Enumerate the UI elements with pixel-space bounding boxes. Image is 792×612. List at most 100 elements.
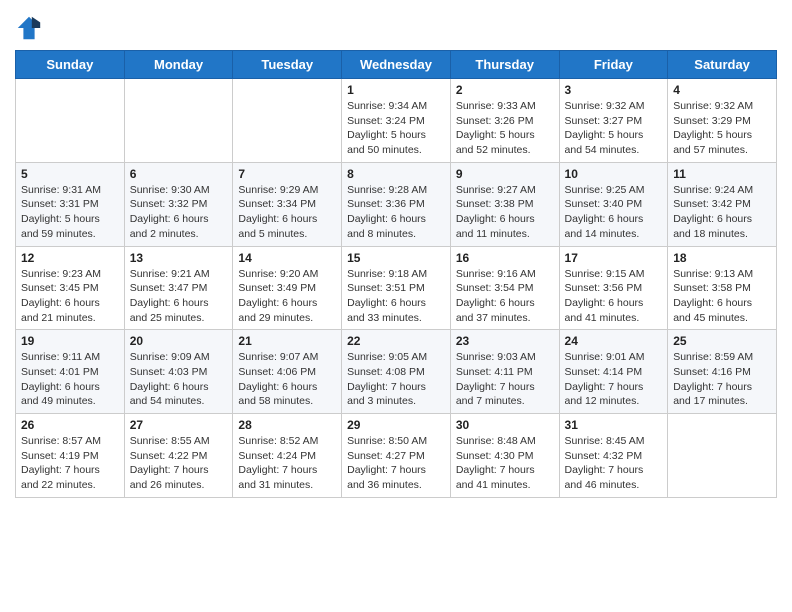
day-info: Sunrise: 9:31 AM Sunset: 3:31 PM Dayligh… [21,183,119,242]
day-number: 16 [456,251,554,265]
calendar-cell: 14 Sunrise: 9:20 AM Sunset: 3:49 PM Dayli… [233,246,342,330]
day-number: 21 [238,334,336,348]
calendar-cell: 24 Sunrise: 9:01 AM Sunset: 4:14 PM Dayli… [559,330,668,414]
calendar-cell: 11 Sunrise: 9:24 AM Sunset: 3:42 PM Dayli… [668,162,777,246]
day-number: 13 [130,251,228,265]
day-info: Sunrise: 9:18 AM Sunset: 3:51 PM Dayligh… [347,267,445,326]
day-number: 23 [456,334,554,348]
day-number: 1 [347,83,445,97]
weekday-header-wednesday: Wednesday [342,51,451,79]
day-info: Sunrise: 9:28 AM Sunset: 3:36 PM Dayligh… [347,183,445,242]
weekday-header-friday: Friday [559,51,668,79]
day-info: Sunrise: 9:16 AM Sunset: 3:54 PM Dayligh… [456,267,554,326]
calendar-cell [668,414,777,498]
day-number: 15 [347,251,445,265]
day-info: Sunrise: 8:45 AM Sunset: 4:32 PM Dayligh… [565,434,663,493]
calendar-cell: 7Sunrise: 9:29 AM Sunset: 3:34 PM Daylig… [233,162,342,246]
day-number: 3 [565,83,663,97]
weekday-header-sunday: Sunday [16,51,125,79]
day-info: Sunrise: 9:01 AM Sunset: 4:14 PM Dayligh… [565,350,663,409]
weekday-header-monday: Monday [124,51,233,79]
day-info: Sunrise: 8:52 AM Sunset: 4:24 PM Dayligh… [238,434,336,493]
day-info: Sunrise: 9:23 AM Sunset: 3:45 PM Dayligh… [21,267,119,326]
day-number: 30 [456,418,554,432]
day-number: 18 [673,251,771,265]
calendar-week-4: 19 Sunrise: 9:11 AM Sunset: 4:01 PM Dayli… [16,330,777,414]
day-number: 20 [130,334,228,348]
calendar-cell: 12Sunrise: 9:23 AM Sunset: 3:45 PM Dayli… [16,246,125,330]
calendar-cell: 19 Sunrise: 9:11 AM Sunset: 4:01 PM Dayli… [16,330,125,414]
day-info: Sunrise: 9:03 AM Sunset: 4:11 PM Dayligh… [456,350,554,409]
calendar-cell: 18 Sunrise: 9:13 AM Sunset: 3:58 PM Dayli… [668,246,777,330]
day-info: Sunrise: 9:20 AM Sunset: 3:49 PM Dayligh… [238,267,336,326]
day-info: Sunrise: 9:05 AM Sunset: 4:08 PM Dayligh… [347,350,445,409]
day-number: 5 [21,167,119,181]
calendar-cell: 10Sunrise: 9:25 AM Sunset: 3:40 PM Dayli… [559,162,668,246]
day-number: 27 [130,418,228,432]
day-number: 6 [130,167,228,181]
calendar-cell: 3 Sunrise: 9:32 AM Sunset: 3:27 PM Daylig… [559,79,668,163]
day-info: Sunrise: 9:13 AM Sunset: 3:58 PM Dayligh… [673,267,771,326]
calendar-cell [124,79,233,163]
day-info: Sunrise: 9:25 AM Sunset: 3:40 PM Dayligh… [565,183,663,242]
calendar-week-5: 26Sunrise: 8:57 AM Sunset: 4:19 PM Dayli… [16,414,777,498]
weekday-header-tuesday: Tuesday [233,51,342,79]
day-info: Sunrise: 9:30 AM Sunset: 3:32 PM Dayligh… [130,183,228,242]
day-number: 25 [673,334,771,348]
day-number: 8 [347,167,445,181]
weekday-header-row: SundayMondayTuesdayWednesdayThursdayFrid… [16,51,777,79]
header [15,10,777,42]
calendar-cell: 23 Sunrise: 9:03 AM Sunset: 4:11 PM Dayli… [450,330,559,414]
calendar-cell: 8 Sunrise: 9:28 AM Sunset: 3:36 PM Daylig… [342,162,451,246]
calendar-cell: 20 Sunrise: 9:09 AM Sunset: 4:03 PM Dayli… [124,330,233,414]
calendar-cell: 28 Sunrise: 8:52 AM Sunset: 4:24 PM Dayli… [233,414,342,498]
calendar-cell: 15 Sunrise: 9:18 AM Sunset: 3:51 PM Dayli… [342,246,451,330]
day-number: 9 [456,167,554,181]
calendar-cell: 27Sunrise: 8:55 AM Sunset: 4:22 PM Dayli… [124,414,233,498]
day-number: 17 [565,251,663,265]
day-info: Sunrise: 9:07 AM Sunset: 4:06 PM Dayligh… [238,350,336,409]
day-number: 11 [673,167,771,181]
day-number: 24 [565,334,663,348]
logo [15,14,47,42]
calendar-cell: 1Sunrise: 9:34 AM Sunset: 3:24 PM Daylig… [342,79,451,163]
calendar-cell: 25 Sunrise: 8:59 AM Sunset: 4:16 PM Dayli… [668,330,777,414]
day-number: 14 [238,251,336,265]
calendar-cell: 31 Sunrise: 8:45 AM Sunset: 4:32 PM Dayli… [559,414,668,498]
calendar-week-1: 1Sunrise: 9:34 AM Sunset: 3:24 PM Daylig… [16,79,777,163]
calendar-cell: 29Sunrise: 8:50 AM Sunset: 4:27 PM Dayli… [342,414,451,498]
calendar-week-3: 12Sunrise: 9:23 AM Sunset: 3:45 PM Dayli… [16,246,777,330]
day-info: Sunrise: 9:27 AM Sunset: 3:38 PM Dayligh… [456,183,554,242]
day-number: 22 [347,334,445,348]
calendar-cell: 22 Sunrise: 9:05 AM Sunset: 4:08 PM Dayli… [342,330,451,414]
day-number: 26 [21,418,119,432]
calendar-cell: 2Sunrise: 9:33 AM Sunset: 3:26 PM Daylig… [450,79,559,163]
day-number: 31 [565,418,663,432]
day-info: Sunrise: 9:09 AM Sunset: 4:03 PM Dayligh… [130,350,228,409]
day-info: Sunrise: 8:48 AM Sunset: 4:30 PM Dayligh… [456,434,554,493]
day-number: 4 [673,83,771,97]
day-info: Sunrise: 9:15 AM Sunset: 3:56 PM Dayligh… [565,267,663,326]
calendar-week-2: 5 Sunrise: 9:31 AM Sunset: 3:31 PM Daylig… [16,162,777,246]
day-number: 29 [347,418,445,432]
weekday-header-thursday: Thursday [450,51,559,79]
day-info: Sunrise: 9:11 AM Sunset: 4:01 PM Dayligh… [21,350,119,409]
day-number: 19 [21,334,119,348]
logo-icon [15,14,43,42]
day-info: Sunrise: 9:32 AM Sunset: 3:29 PM Dayligh… [673,99,771,158]
calendar-cell: 9 Sunrise: 9:27 AM Sunset: 3:38 PM Daylig… [450,162,559,246]
day-info: Sunrise: 8:59 AM Sunset: 4:16 PM Dayligh… [673,350,771,409]
calendar-table: SundayMondayTuesdayWednesdayThursdayFrid… [15,50,777,498]
calendar-cell: 16 Sunrise: 9:16 AM Sunset: 3:54 PM Dayli… [450,246,559,330]
calendar-cell: 30 Sunrise: 8:48 AM Sunset: 4:30 PM Dayli… [450,414,559,498]
day-info: Sunrise: 9:29 AM Sunset: 3:34 PM Dayligh… [238,183,336,242]
calendar-cell: 4 Sunrise: 9:32 AM Sunset: 3:29 PM Daylig… [668,79,777,163]
day-info: Sunrise: 9:24 AM Sunset: 3:42 PM Dayligh… [673,183,771,242]
calendar-cell: 5 Sunrise: 9:31 AM Sunset: 3:31 PM Daylig… [16,162,125,246]
page: SundayMondayTuesdayWednesdayThursdayFrid… [0,0,792,513]
calendar-cell: 17 Sunrise: 9:15 AM Sunset: 3:56 PM Dayli… [559,246,668,330]
day-number: 2 [456,83,554,97]
calendar-cell: 26Sunrise: 8:57 AM Sunset: 4:19 PM Dayli… [16,414,125,498]
day-info: Sunrise: 9:32 AM Sunset: 3:27 PM Dayligh… [565,99,663,158]
day-number: 28 [238,418,336,432]
